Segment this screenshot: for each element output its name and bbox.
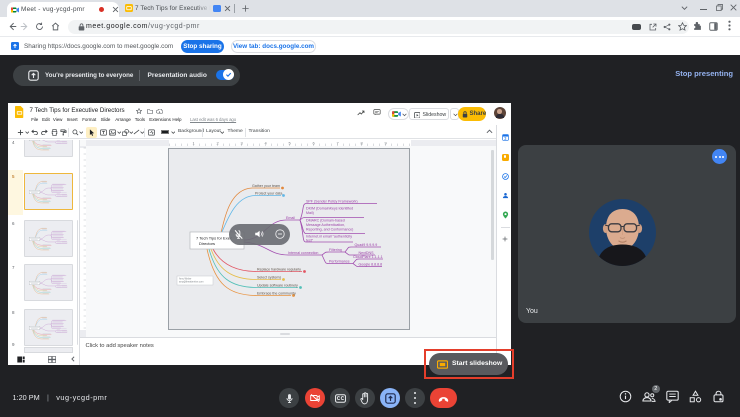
- svg-text:6: 6: [312, 141, 315, 146]
- svg-text:DKIM (DomainKeys Identified: DKIM (DomainKeys Identified: [306, 206, 353, 210]
- svg-text:7 Tech Tips for Exec: 7 Tech Tips for Exec: [196, 236, 232, 241]
- svg-text:7: 7: [336, 141, 339, 146]
- svg-text:Quad9 9.9.9.9: Quad9 9.9.9.9: [355, 243, 378, 247]
- svg-text:Select systems: Select systems: [257, 275, 281, 279]
- svg-text:3: 3: [240, 141, 243, 146]
- svg-text:4: 4: [264, 141, 267, 146]
- svg-text:Performance: Performance: [329, 259, 350, 263]
- svg-text:1: 1: [192, 141, 195, 146]
- svg-text:Message Authentication,: Message Authentication,: [306, 223, 345, 227]
- svg-text:8: 8: [360, 141, 363, 146]
- svg-text:test": test": [306, 238, 314, 242]
- svg-text:Protect your data: Protect your data: [255, 191, 282, 195]
- svg-text:Email: Email: [286, 216, 295, 220]
- svg-text:Gather your team: Gather your team: [252, 184, 280, 188]
- svg-text:Filtering: Filtering: [329, 248, 342, 252]
- svg-text:9: 9: [384, 141, 387, 146]
- svg-text:Mail): Mail): [306, 211, 314, 215]
- svg-text:2: 2: [216, 141, 219, 146]
- svg-text:Reporting, and Conformance): Reporting, and Conformance): [306, 227, 353, 231]
- svg-text:DMARC (Domain-based: DMARC (Domain-based: [306, 218, 345, 222]
- svg-text:Google 8.8.8.8: Google 8.8.8.8: [359, 262, 383, 266]
- svg-text:Internal connection: Internal connection: [288, 251, 318, 255]
- svg-text:Directors: Directors: [199, 241, 215, 246]
- svg-text:5: 5: [288, 141, 291, 146]
- svg-text:SPF (Sender Policy Framework): SPF (Sender Policy Framework): [306, 199, 358, 203]
- svg-text:amy@theattentive.com: amy@theattentive.com: [179, 281, 203, 284]
- svg-text:CloudFlare 1.1.1.1: CloudFlare 1.1.1.1: [353, 255, 383, 259]
- svg-text:Embrace the community: Embrace the community: [257, 291, 296, 295]
- svg-text:Replace hardware regularly: Replace hardware regularly: [257, 267, 301, 271]
- svg-text:Update software routinely: Update software routinely: [257, 283, 298, 287]
